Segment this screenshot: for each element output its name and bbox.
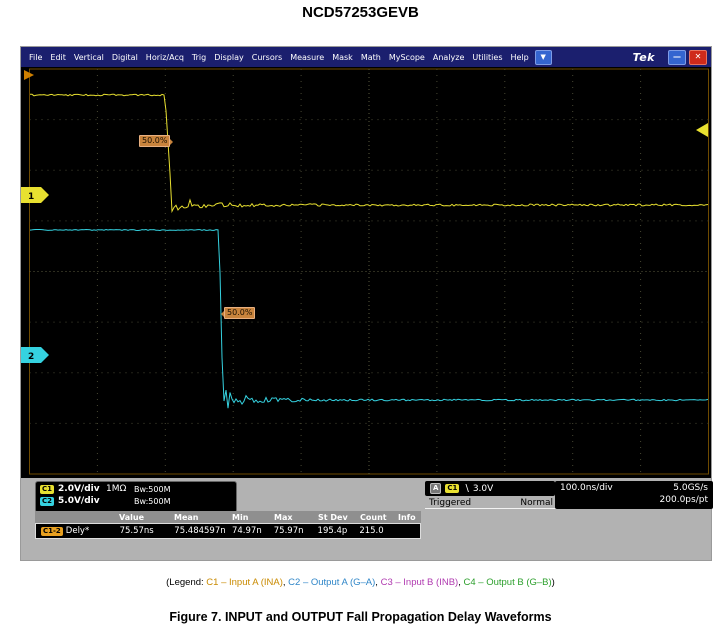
trigger-readout-box[interactable]: A C1 \ 3.0V	[425, 481, 555, 496]
oscilloscope-window: File Edit Vertical Digital Horiz/Acq Tri…	[21, 47, 713, 560]
measurement-name-cell: C1-2 Dely*	[36, 526, 116, 536]
measurement-header-max: Max	[274, 512, 293, 522]
menu-item-display[interactable]: Display	[210, 53, 248, 62]
close-button[interactable]: ✕	[689, 49, 707, 65]
tek-logo: Tek	[632, 50, 655, 64]
ref-level-marker-c1: 50.0%	[139, 135, 174, 147]
channel2-scale: 5.0V/div	[58, 496, 100, 506]
vertical-readout-box[interactable]: C1 2.0V/div 1MΩ Bw:500M C2 5.0V/div Bw:5…	[35, 481, 237, 513]
legend-item-c4: C4 – Output B (G–B)	[463, 577, 552, 588]
channel1-scale: 2.0V/div	[58, 484, 100, 494]
channel1-bandwidth: Bw:500M	[134, 484, 171, 494]
close-icon: ✕	[694, 51, 702, 61]
ref-level-marker-c2: 50.0%	[220, 307, 256, 319]
waveform-display: 1 2 50.0% 50.0%	[21, 67, 711, 478]
scope-status-bar: C1 2.0V/div 1MΩ Bw:500M C2 5.0V/div Bw:5…	[21, 478, 713, 560]
measurement-header-mean: Mean	[174, 512, 199, 522]
channel1-readout: C1 2.0V/div 1MΩ Bw:500M	[38, 483, 234, 495]
menu-item-measure[interactable]: Measure	[286, 53, 328, 62]
legend-prefix: (Legend:	[166, 577, 207, 588]
channel2-badge: C2	[40, 496, 55, 506]
chevron-down-icon: ▼	[540, 52, 546, 61]
trigger-mode-badge: A	[430, 483, 442, 494]
legend-suffix: )	[551, 577, 555, 588]
measurement-header-min: Min	[232, 512, 249, 522]
channel1-number: 1	[28, 192, 34, 202]
channel2-bandwidth: Bw:500M	[134, 496, 171, 506]
horizontal-readout-box[interactable]: 100.0ns/div 5.0GS/s 200.0ps/pt	[555, 481, 713, 509]
scope-menubar: File Edit Vertical Digital Horiz/Acq Tri…	[21, 47, 711, 67]
channel1-reference-marker[interactable]: 1	[21, 187, 49, 203]
menu-item-help[interactable]: Help	[506, 53, 532, 62]
trigger-slope-icon: \	[465, 483, 469, 494]
trigger-state-line: Triggered Normal	[425, 498, 557, 509]
menu-item-trig[interactable]: Trig	[188, 53, 210, 62]
channel2-reference-marker[interactable]: 2	[21, 347, 49, 363]
trigger-state: Triggered	[429, 498, 472, 508]
channel1-badge: C1	[40, 484, 55, 494]
measurement-min: 74.97n	[231, 526, 262, 536]
timebase: 100.0ns/div	[560, 483, 613, 493]
menu-item-myscope[interactable]: MyScope	[385, 53, 429, 62]
record-resolution: 200.0ps/pt	[659, 495, 708, 505]
legend-item-c3: C3 – Input B (INB)	[380, 577, 459, 588]
menu-item-file[interactable]: File	[25, 53, 46, 62]
measurement-mean: 75.484597n	[174, 526, 226, 536]
trigger-level-arrow-icon[interactable]	[696, 123, 708, 137]
trigger-type: Normal	[520, 498, 553, 508]
menu-item-digital[interactable]: Digital	[108, 53, 142, 62]
measurement-name: Dely*	[65, 526, 90, 536]
page-title: NCD57253GEVB	[302, 4, 419, 21]
measurement-header-count: Count	[360, 512, 387, 522]
channel1-impedance: 1MΩ	[106, 484, 127, 494]
measurement-max: 75.97n	[273, 526, 304, 536]
figure-caption: Figure 7. INPUT and OUTPUT Fall Propagat…	[169, 610, 552, 624]
measurement-value: 75.57ns	[119, 526, 154, 536]
sample-rate: 5.0GS/s	[673, 483, 708, 493]
channel2-readout: C2 5.0V/div Bw:500M	[38, 495, 234, 507]
menu-item-horizacq[interactable]: Horiz/Acq	[142, 53, 188, 62]
menu-item-utilities[interactable]: Utilities	[468, 53, 506, 62]
menu-item-vertical[interactable]: Vertical	[70, 53, 108, 62]
menu-item-edit[interactable]: Edit	[46, 53, 70, 62]
trigger-level: 3.0V	[472, 483, 494, 494]
measurement-header-row: Value Mean Min Max St Dev Count Info	[35, 511, 421, 523]
channel2-number: 2	[28, 352, 34, 362]
menu-item-analyze[interactable]: Analyze	[429, 53, 469, 62]
menubar-dropdown-button[interactable]: ▼	[534, 49, 552, 65]
measurement-table: Value Mean Min Max St Dev Count Info C1-…	[35, 511, 421, 539]
measurement-stdev: 195.4p	[317, 526, 348, 536]
measurement-row[interactable]: C1-2 Dely* 75.57ns 75.484597n 74.97n 75.…	[35, 523, 421, 539]
measurement-count: 215.0	[359, 526, 384, 536]
legend-item-c1: C1 – Input A (INA)	[206, 577, 283, 588]
measurement-source-badge: C1-2	[41, 526, 63, 536]
minimize-button[interactable]: —	[668, 49, 686, 65]
minimize-icon: —	[673, 51, 681, 61]
figure-legend: (Legend: C1 – Input A (INA), C2 – Output…	[0, 577, 721, 588]
document-page: NCD57253GEVB File Edit Vertical Digital …	[0, 0, 721, 630]
graticule-grid: 1 2	[21, 68, 709, 475]
legend-item-c2: C2 – Output A (G–A)	[288, 577, 376, 588]
trigger-source-badge: C1	[445, 484, 460, 493]
measurement-header-stdev: St Dev	[318, 512, 348, 522]
measurement-header-info: Info	[398, 512, 416, 522]
measurement-header-value: Value	[119, 512, 145, 522]
menu-item-cursors[interactable]: Cursors	[248, 53, 286, 62]
menu-item-math[interactable]: Math	[357, 53, 385, 62]
menu-item-mask[interactable]: Mask	[328, 53, 357, 62]
